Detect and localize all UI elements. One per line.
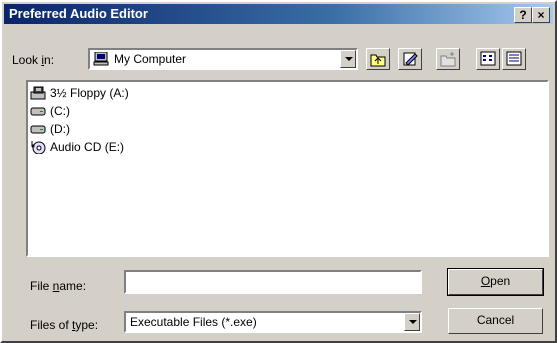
my-computer-icon [93, 51, 109, 66]
file-name-field[interactable] [124, 270, 422, 294]
list-view-icon [480, 51, 496, 70]
list-item-label: (D:) [50, 122, 70, 136]
title-bar: Preferred Audio Editor ? × [4, 4, 553, 24]
open-button[interactable]: Open [447, 268, 544, 296]
new-folder-icon [440, 51, 456, 70]
cancel-button[interactable]: Cancel [448, 308, 543, 334]
file-name-label: File name: [30, 279, 87, 293]
hard-drive-icon [30, 104, 46, 118]
look-in-dropdown-arrow[interactable] [340, 50, 356, 68]
edit-icon [402, 51, 418, 70]
up-one-level-icon [370, 51, 386, 70]
files-of-type-combo[interactable]: Executable Files (*.exe) [124, 311, 422, 333]
up-one-level-button[interactable] [366, 48, 390, 70]
files-of-type-value: Executable Files (*.exe) [130, 315, 257, 329]
audio-cd-icon [30, 140, 46, 155]
files-of-type-dropdown-arrow[interactable] [404, 313, 420, 331]
floppy-drive-icon [30, 86, 46, 100]
list-item-drive-d[interactable]: (D:) [30, 120, 70, 138]
hard-drive-icon [30, 122, 46, 136]
details-view-button[interactable] [502, 48, 526, 70]
list-item-label: (C:) [50, 104, 70, 118]
list-item-label: Audio CD (E:) [50, 140, 125, 154]
preferred-audio-editor-dialog: Preferred Audio Editor ? × Look in: My C… [0, 0, 557, 343]
edit-button[interactable] [398, 48, 422, 70]
dialog-title: Preferred Audio Editor [9, 6, 148, 21]
list-item-drive-c[interactable]: (C:) [30, 102, 70, 120]
files-of-type-label: Files of type: [30, 318, 99, 332]
list-item-floppy-a[interactable]: 3½ Floppy (A:) [30, 84, 129, 102]
look-in-value: My Computer [114, 52, 187, 66]
help-button[interactable]: ? [514, 7, 532, 23]
list-item-audio-cd-e[interactable]: Audio CD (E:) [30, 138, 124, 156]
details-view-icon [506, 51, 522, 70]
new-folder-button[interactable] [436, 48, 460, 70]
close-button[interactable]: × [532, 7, 550, 23]
list-item-label: 3½ Floppy (A:) [50, 86, 129, 100]
look-in-combo[interactable]: My Computer [88, 48, 358, 70]
list-view-button[interactable] [476, 48, 500, 70]
file-list[interactable]: 3½ Floppy (A:) (C:) (D:) Audio CD (E:) [26, 80, 549, 257]
look-in-label: Look in: [12, 53, 55, 67]
